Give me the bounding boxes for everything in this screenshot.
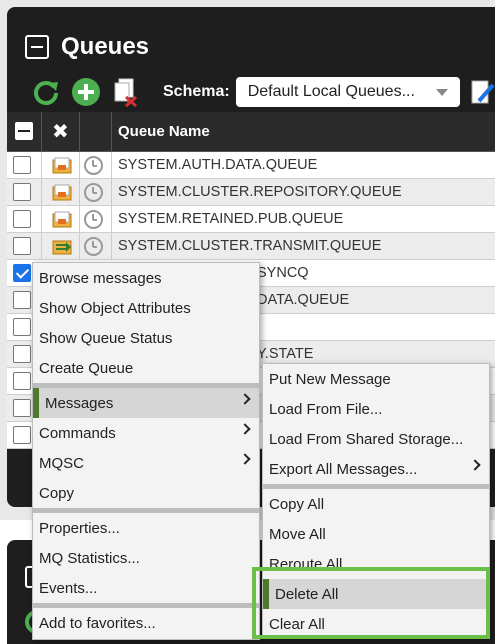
chevron-right-icon bbox=[239, 393, 251, 405]
submenu-item-export-all-messages[interactable]: Export All Messages... bbox=[263, 454, 489, 484]
clock-icon bbox=[84, 156, 103, 175]
menu-item-show-queue-status[interactable]: Show Queue Status bbox=[33, 323, 259, 353]
menu-item-events[interactable]: Events... bbox=[33, 573, 259, 603]
column-divider bbox=[111, 179, 112, 206]
row-checkbox[interactable] bbox=[13, 345, 31, 363]
menu-item-copy[interactable]: Copy bbox=[33, 478, 259, 508]
clock-icon bbox=[84, 210, 103, 229]
queue-folder-icon bbox=[52, 184, 72, 201]
row-checkbox[interactable] bbox=[13, 156, 31, 174]
transmit-queue-icon bbox=[52, 240, 72, 255]
chevron-right-icon bbox=[239, 423, 251, 435]
select-all-checkbox[interactable] bbox=[15, 122, 33, 140]
column-divider bbox=[41, 112, 42, 152]
row-checkbox[interactable] bbox=[13, 318, 31, 336]
collapse-icon[interactable] bbox=[25, 35, 49, 59]
row-checkbox[interactable] bbox=[13, 372, 31, 390]
row-checkbox[interactable] bbox=[13, 183, 31, 201]
queue-name: DATA.QUEUE bbox=[257, 292, 350, 308]
menu-item-label: MQSC bbox=[39, 454, 84, 472]
menu-item-label: Messages bbox=[45, 394, 114, 412]
column-divider bbox=[111, 233, 112, 260]
context-menu: Browse messages Show Object Attributes S… bbox=[32, 262, 260, 640]
submenu-item-put-new-message[interactable]: Put New Message bbox=[263, 364, 489, 394]
panel-title-row: Queues bbox=[25, 33, 149, 61]
menu-item-commands[interactable]: Commands bbox=[33, 418, 259, 448]
add-icon[interactable] bbox=[71, 77, 101, 107]
table-row[interactable]: SYSTEM.RETAINED.PUB.QUEUE bbox=[7, 206, 495, 233]
row-checkbox[interactable] bbox=[13, 291, 31, 309]
queue-folder-icon bbox=[52, 211, 72, 228]
submenu-item-move-all[interactable]: Move All bbox=[263, 519, 489, 549]
queue-name: Y.STATE bbox=[257, 346, 314, 362]
column-divider bbox=[111, 112, 112, 152]
column-divider bbox=[111, 152, 112, 179]
column-divider bbox=[41, 233, 42, 260]
toolbar: Schema: Default Local Queues... bbox=[31, 75, 495, 109]
row-checkbox[interactable] bbox=[13, 264, 31, 282]
edit-document-icon[interactable] bbox=[468, 77, 495, 107]
column-divider bbox=[79, 233, 80, 260]
queue-name: SYSTEM.RETAINED.PUB.QUEUE bbox=[118, 211, 344, 227]
queue-name: SYSTEM.AUTH.DATA.QUEUE bbox=[118, 157, 318, 173]
panel-title: Queues bbox=[61, 33, 150, 60]
column-divider bbox=[41, 179, 42, 206]
submenu-item-load-from-file[interactable]: Load From File... bbox=[263, 394, 489, 424]
clock-icon bbox=[84, 183, 103, 202]
menu-item-properties[interactable]: Properties... bbox=[33, 513, 259, 543]
menu-item-mqsc[interactable]: MQSC bbox=[33, 448, 259, 478]
menu-item-messages[interactable]: Messages bbox=[33, 388, 259, 418]
menu-item-show-object-attributes[interactable]: Show Object Attributes bbox=[33, 293, 259, 323]
column-divider bbox=[79, 179, 80, 206]
column-divider bbox=[111, 206, 112, 233]
submenu-item-copy-all[interactable]: Copy All bbox=[263, 489, 489, 519]
menu-item-add-to-favorites[interactable]: Add to favorites... bbox=[33, 608, 259, 638]
row-checkbox[interactable] bbox=[13, 237, 31, 255]
close-icon[interactable]: ✖ bbox=[52, 119, 69, 144]
row-checkbox[interactable] bbox=[13, 399, 31, 417]
clock-icon bbox=[84, 237, 103, 256]
table-row[interactable]: SYSTEM.CLUSTER.REPOSITORY.QUEUE bbox=[7, 179, 495, 206]
menu-item-label: Commands bbox=[39, 424, 116, 442]
chevron-right-icon bbox=[469, 459, 481, 471]
delete-document-icon[interactable] bbox=[111, 77, 141, 107]
chevron-down-icon bbox=[435, 88, 448, 96]
refresh-icon[interactable] bbox=[31, 77, 61, 107]
schema-select[interactable]: Default Local Queues... bbox=[235, 77, 460, 107]
column-divider bbox=[79, 112, 80, 152]
column-divider bbox=[41, 152, 42, 179]
schema-label: Schema: bbox=[163, 83, 230, 100]
menu-item-mq-statistics[interactable]: MQ Statistics... bbox=[33, 543, 259, 573]
column-divider bbox=[79, 206, 80, 233]
highlight-box bbox=[252, 567, 490, 639]
submenu-item-load-from-shared-storage[interactable]: Load From Shared Storage... bbox=[263, 424, 489, 454]
menu-item-create-queue[interactable]: Create Queue bbox=[33, 353, 259, 383]
queue-name: SYSTEM.CLUSTER.REPOSITORY.QUEUE bbox=[118, 184, 402, 200]
row-checkbox[interactable] bbox=[13, 426, 31, 444]
table-row[interactable]: SYSTEM.CLUSTER.TRANSMIT.QUEUE bbox=[7, 233, 495, 260]
menu-item-label: Export All Messages... bbox=[269, 460, 418, 478]
menu-item-browse-messages[interactable]: Browse messages bbox=[33, 263, 259, 293]
row-checkbox[interactable] bbox=[13, 210, 31, 228]
queue-folder-icon bbox=[52, 157, 72, 174]
column-header-queue-name[interactable]: Queue Name bbox=[118, 123, 210, 140]
table-row[interactable]: SYSTEM.AUTH.DATA.QUEUE bbox=[7, 152, 495, 179]
table-header: ✖ Queue Name bbox=[7, 112, 495, 152]
chevron-right-icon bbox=[239, 453, 251, 465]
column-divider bbox=[41, 206, 42, 233]
queue-name: SYSTEM.CLUSTER.TRANSMIT.QUEUE bbox=[118, 238, 382, 254]
queue-name: SYNCQ bbox=[257, 265, 309, 281]
schema-select-value: Default Local Queues... bbox=[247, 83, 415, 100]
column-divider bbox=[79, 152, 80, 179]
